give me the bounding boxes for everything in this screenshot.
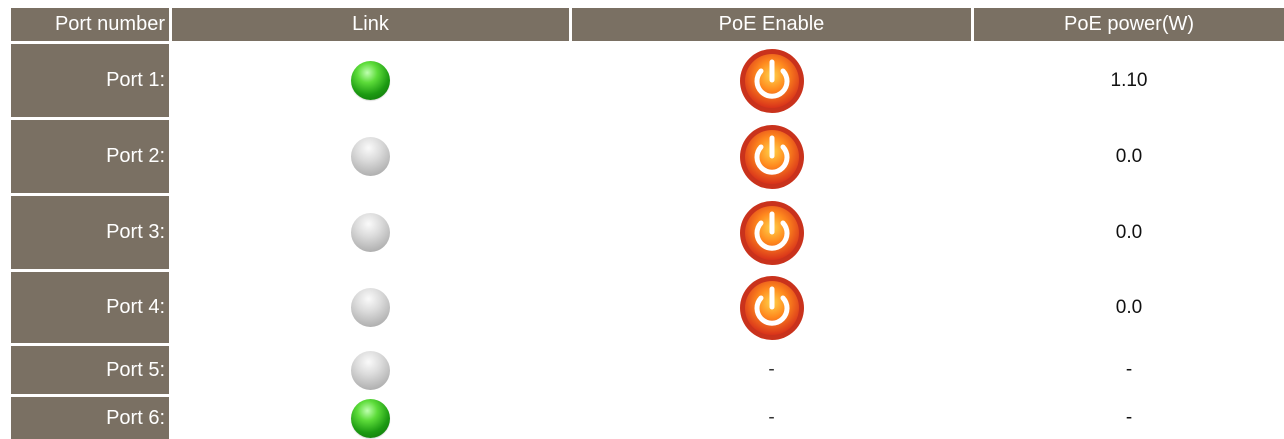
port-label: Port 5: <box>11 346 169 394</box>
port-label: Port 3: <box>11 196 169 269</box>
link-cell <box>172 272 569 343</box>
link-cell <box>172 397 569 439</box>
link-cell <box>172 346 569 394</box>
power-button-icon[interactable] <box>739 275 805 341</box>
poe-enable-value: - <box>768 359 775 380</box>
header-poe-enable: PoE Enable <box>572 8 971 41</box>
poe-power-value: - <box>1125 359 1133 380</box>
port-label: Port 4: <box>11 272 169 343</box>
poe-power-value: 0.0 <box>1115 145 1143 167</box>
link-down-icon <box>351 350 390 390</box>
link-cell <box>172 44 569 117</box>
poe-power-value: 1.10 <box>1110 69 1148 91</box>
poe-enable-value: - <box>768 407 775 428</box>
poe-power-value: 0.0 <box>1115 221 1143 243</box>
link-up-icon <box>351 398 390 438</box>
poe-power-value: - <box>1125 407 1133 428</box>
link-cell <box>172 120 569 193</box>
link-down-icon <box>351 213 390 252</box>
link-down-icon <box>351 137 390 176</box>
link-up-icon <box>351 61 390 100</box>
poe-enable-cell <box>572 196 971 269</box>
header-poe-power: PoE power(W) <box>974 8 1284 41</box>
poe-enable-cell <box>572 272 971 343</box>
header-link: Link <box>172 8 569 41</box>
poe-enable-cell <box>572 44 971 117</box>
port-label: Port 6: <box>11 397 169 439</box>
poe-port-table: Port number Link PoE Enable PoE power(W)… <box>0 0 1284 439</box>
power-button-icon[interactable] <box>739 48 805 114</box>
header-port-number: Port number <box>11 8 169 41</box>
port-label: Port 1: <box>11 44 169 117</box>
power-button-icon[interactable] <box>739 200 805 266</box>
poe-enable-cell <box>572 120 971 193</box>
poe-power-value: 0.0 <box>1115 296 1143 318</box>
link-down-icon <box>351 288 390 327</box>
power-button-icon[interactable] <box>739 124 805 190</box>
port-label: Port 2: <box>11 120 169 193</box>
link-cell <box>172 196 569 269</box>
